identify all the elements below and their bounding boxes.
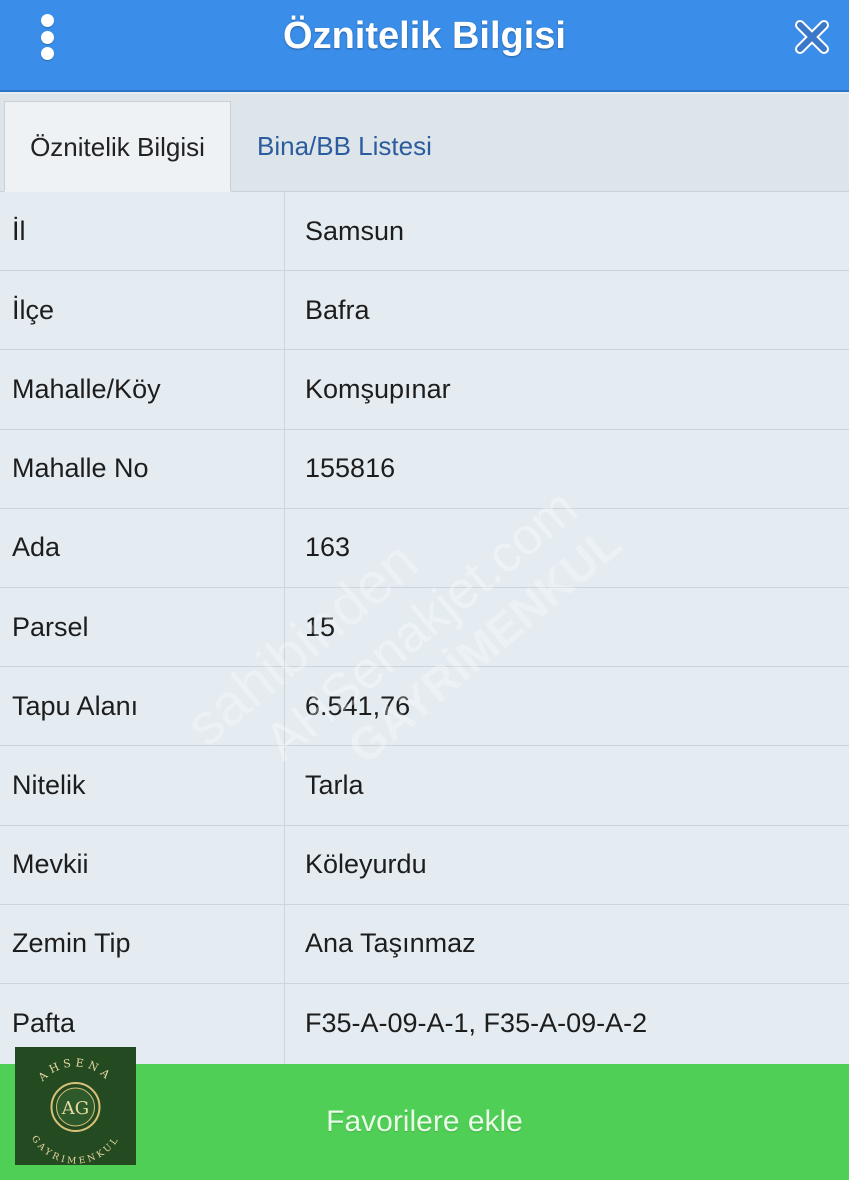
row-value: Ana Taşınmaz xyxy=(305,928,476,959)
add-to-favorites-label: Favorilere ekle xyxy=(326,1105,523,1138)
attribute-table: İl Samsun İlçe Bafra Mahalle/Köy Komşupı… xyxy=(0,192,849,1064)
row-label: Nitelik xyxy=(0,746,285,825)
table-row: Nitelik Tarla xyxy=(0,746,849,826)
row-label: Mevkii xyxy=(0,825,285,904)
logo-bottom-text: GAYRIMENKUL xyxy=(29,1134,122,1165)
row-label: İlçe xyxy=(0,271,285,350)
row-value: Bafra xyxy=(305,294,370,325)
table-row: Mevkii Köleyurdu xyxy=(0,825,849,905)
tab-oznitelik-bilgisi[interactable]: Öznitelik Bilgisi xyxy=(4,101,231,192)
logo-top-text: AHSENA xyxy=(35,1056,115,1084)
logo-monogram: AG xyxy=(61,1098,89,1119)
row-label: Tapu Alanı xyxy=(0,667,285,746)
row-label: İl xyxy=(0,192,285,271)
tab-bina-bb-listesi[interactable]: Bina/BB Listesi xyxy=(257,101,432,192)
table-row: Mahalle No 155816 xyxy=(0,429,849,509)
table-row: İlçe Bafra xyxy=(0,271,849,351)
row-value: 6.541,76 xyxy=(305,690,411,721)
tab-bar: Öznitelik Bilgisi Bina/BB Listesi xyxy=(0,94,849,192)
row-label: Mahalle/Köy xyxy=(0,350,285,429)
table-row: Zemin Tip Ana Taşınmaz xyxy=(0,904,849,984)
row-value: 155816 xyxy=(305,453,396,484)
row-value: Samsun xyxy=(305,215,405,246)
table-row: Parsel 15 xyxy=(0,587,849,668)
row-value: Komşupınar xyxy=(305,373,451,404)
row-label: Ada xyxy=(0,508,285,587)
table-row: Mahalle/Köy Komşupınar xyxy=(0,350,849,430)
ahsena-logo: AHSENA AG GAYRIMENKUL xyxy=(15,1047,136,1167)
row-label: Parsel xyxy=(0,587,285,667)
row-label: Zemin Tip xyxy=(0,904,285,983)
row-value: 15 xyxy=(305,611,336,642)
row-value: 163 xyxy=(305,532,351,563)
table-row: Ada 163 xyxy=(0,508,849,588)
row-value: Tarla xyxy=(305,769,364,800)
row-value: Köleyurdu xyxy=(305,849,427,880)
row-label: Mahalle No xyxy=(0,429,285,508)
table-row: Tapu Alanı 6.541,76 xyxy=(0,667,849,747)
row-value: F35-A-09-A-1, F35-A-09-A-2 xyxy=(305,1008,648,1039)
app-header: Öznitelik Bilgisi xyxy=(0,0,849,92)
close-icon[interactable] xyxy=(795,20,829,54)
table-row: İl Samsun xyxy=(0,192,849,272)
page-title: Öznitelik Bilgisi xyxy=(283,15,566,57)
